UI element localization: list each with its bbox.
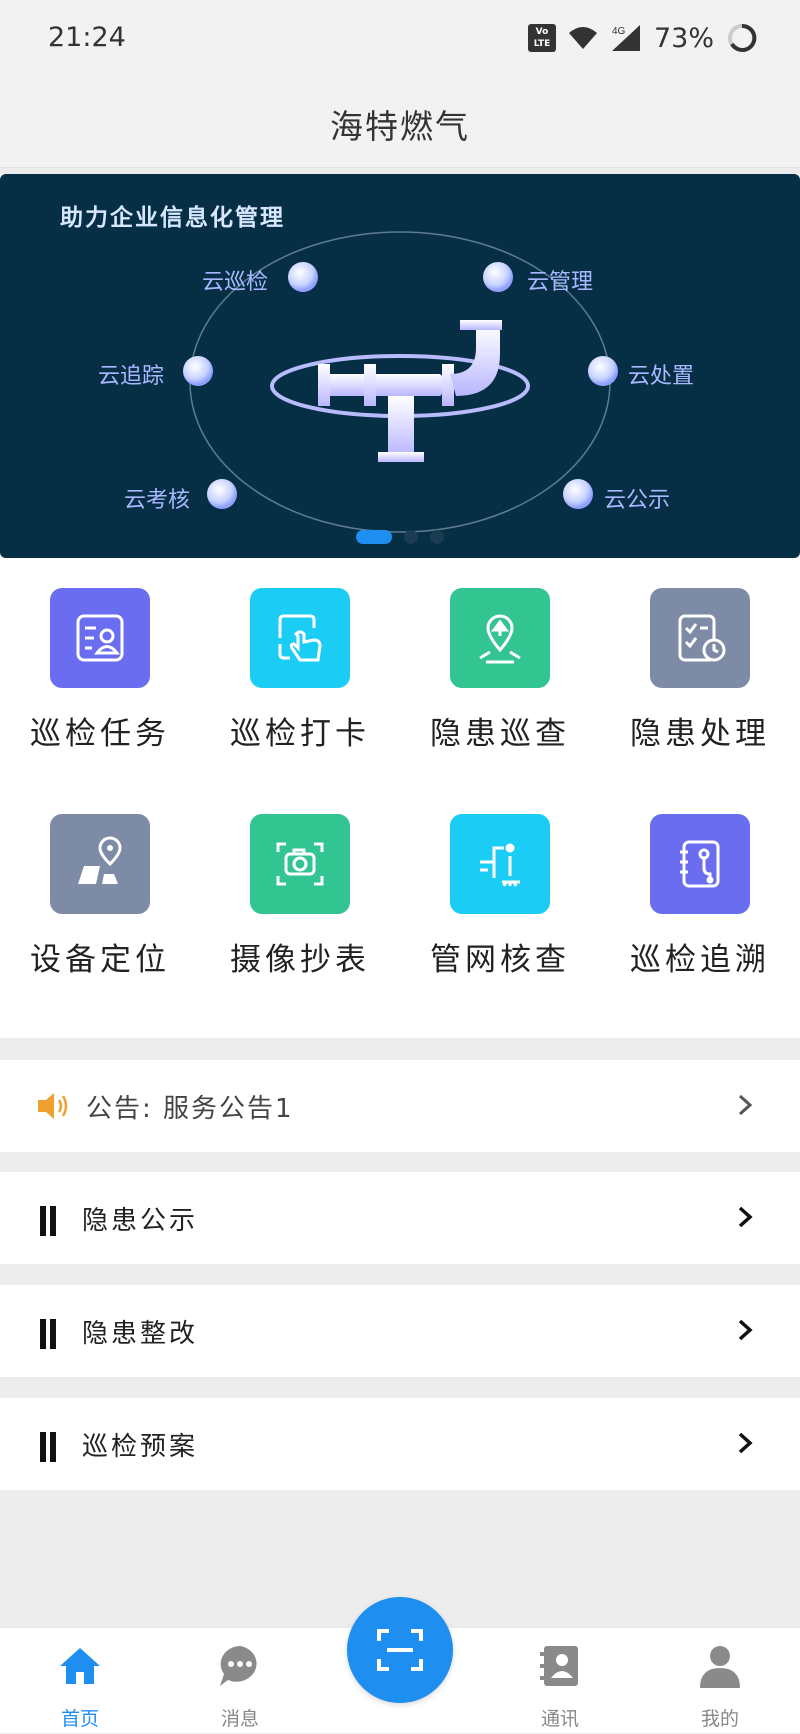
section-row-hazard-publicity[interactable]: 隐患公示 [0,1172,800,1264]
grid-item-label: 巡检追溯 [630,942,770,978]
page-title: 海特燃气 [330,107,470,146]
node-cloud-track [183,356,213,386]
carousel-dot[interactable] [356,530,392,544]
notice-text: 公告: 服务公告1 [86,1094,294,1124]
node-cloud-dispose [588,356,618,386]
grid-item-hazard-handle[interactable]: 隐患处理 [600,558,800,758]
task-icon [50,588,150,688]
grid-item-camera-meter[interactable]: 摄像抄表 [200,784,400,984]
carousel-indicator[interactable] [356,530,444,544]
carousel-dot[interactable] [404,530,418,544]
notice-bar[interactable]: 公告: 服务公告1 [0,1060,800,1152]
contacts-icon [540,1646,578,1686]
tab-profile[interactable]: 我的 [660,1628,780,1734]
section-label: 巡检预案 [82,1432,199,1462]
network-type: 4G [612,26,626,37]
grid-item-label: 巡检任务 [30,716,170,752]
wifi-icon [568,27,597,49]
section-row-hazard-rectify[interactable]: 隐患整改 [0,1285,800,1377]
grid-item-trace[interactable]: 巡检追溯 [600,784,800,984]
node-label: 云公示 [604,488,671,513]
section-marker [40,1432,60,1462]
section-marker [40,1319,60,1349]
status-time: 21:24 [48,22,126,53]
tab-messages[interactable]: 消息 [180,1628,300,1734]
tab-label: 我的 [700,1708,739,1730]
chevron-right-icon [738,1319,753,1341]
tab-label: 消息 [220,1708,259,1730]
hazard-handle-icon [650,588,750,688]
trace-icon [650,814,750,914]
grid-item-label: 隐患巡查 [430,716,570,752]
status-bar: 21:24 Vo LTE 4G 73% [0,0,800,78]
node-label: 云处置 [628,364,695,389]
grid-item-device-location[interactable]: 设备定位 [0,784,200,984]
speaker-icon [38,1093,68,1119]
tap-checkin-icon [250,588,350,688]
pipe-check-icon [450,814,550,914]
status-icons: Vo LTE 4G 73% [527,18,758,58]
volte-icon: Vo LTE [527,24,556,52]
node-label: 云追踪 [98,364,165,389]
camera-meter-icon [250,814,350,914]
battery-percent: 73% [653,22,714,54]
grid-item-hazard-inspect[interactable]: 隐患巡查 [400,558,600,758]
grid-item-inspection-task[interactable]: 巡检任务 [0,558,200,758]
node-cloud-manage [483,262,513,292]
tab-home[interactable]: 首页 [20,1628,140,1734]
section-row-inspection-plan[interactable]: 巡检预案 [0,1398,800,1490]
battery-ring-icon [728,23,757,52]
section-label: 隐患整改 [82,1319,199,1349]
hazard-inspect-icon [450,588,550,688]
grid-item-label: 巡检打卡 [230,716,370,752]
node-label: 云巡检 [202,270,269,295]
home-icon [60,1648,100,1684]
node-cloud-inspect [288,262,318,292]
grid-item-label: 隐患处理 [630,716,770,752]
node-label: 云管理 [527,270,594,295]
section-marker [40,1206,60,1236]
title-bar: 海特燃气 [0,78,800,168]
tab-label: 通讯 [540,1708,579,1730]
signal-icon: 4G [611,25,640,51]
pipe-logo [318,320,502,462]
scan-button[interactable] [347,1597,453,1703]
grid-item-label: 设备定位 [30,942,170,978]
carousel-dot[interactable] [430,530,444,544]
section-label: 隐患公示 [82,1206,199,1236]
chevron-right-icon [738,1094,753,1116]
grid-item-label: 摄像抄表 [230,942,370,978]
node-cloud-assess [207,479,237,509]
device-location-icon [50,814,150,914]
chevron-right-icon [738,1432,753,1454]
chevron-right-icon [738,1206,753,1228]
tab-label: 首页 [60,1708,99,1730]
message-icon [220,1646,257,1686]
node-label: 云考核 [124,488,191,513]
banner-carousel[interactable]: 助力企业信息化管理 云巡检 云管理 云追踪 云处置 云考核 云公示 [0,174,800,558]
grid-item-label: 管网核查 [430,942,570,978]
grid-item-checkin[interactable]: 巡检打卡 [200,558,400,758]
tab-contacts[interactable]: 通讯 [500,1628,620,1734]
node-cloud-publicize [563,479,593,509]
profile-icon [700,1646,740,1688]
grid-item-pipe-check[interactable]: 管网核查 [400,784,600,984]
function-grid: 巡检任务 巡检打卡 隐患巡查 隐患处理 设备定位 摄像抄表 管网核查 巡检追溯 [0,558,800,1038]
scan-icon [377,1629,423,1671]
